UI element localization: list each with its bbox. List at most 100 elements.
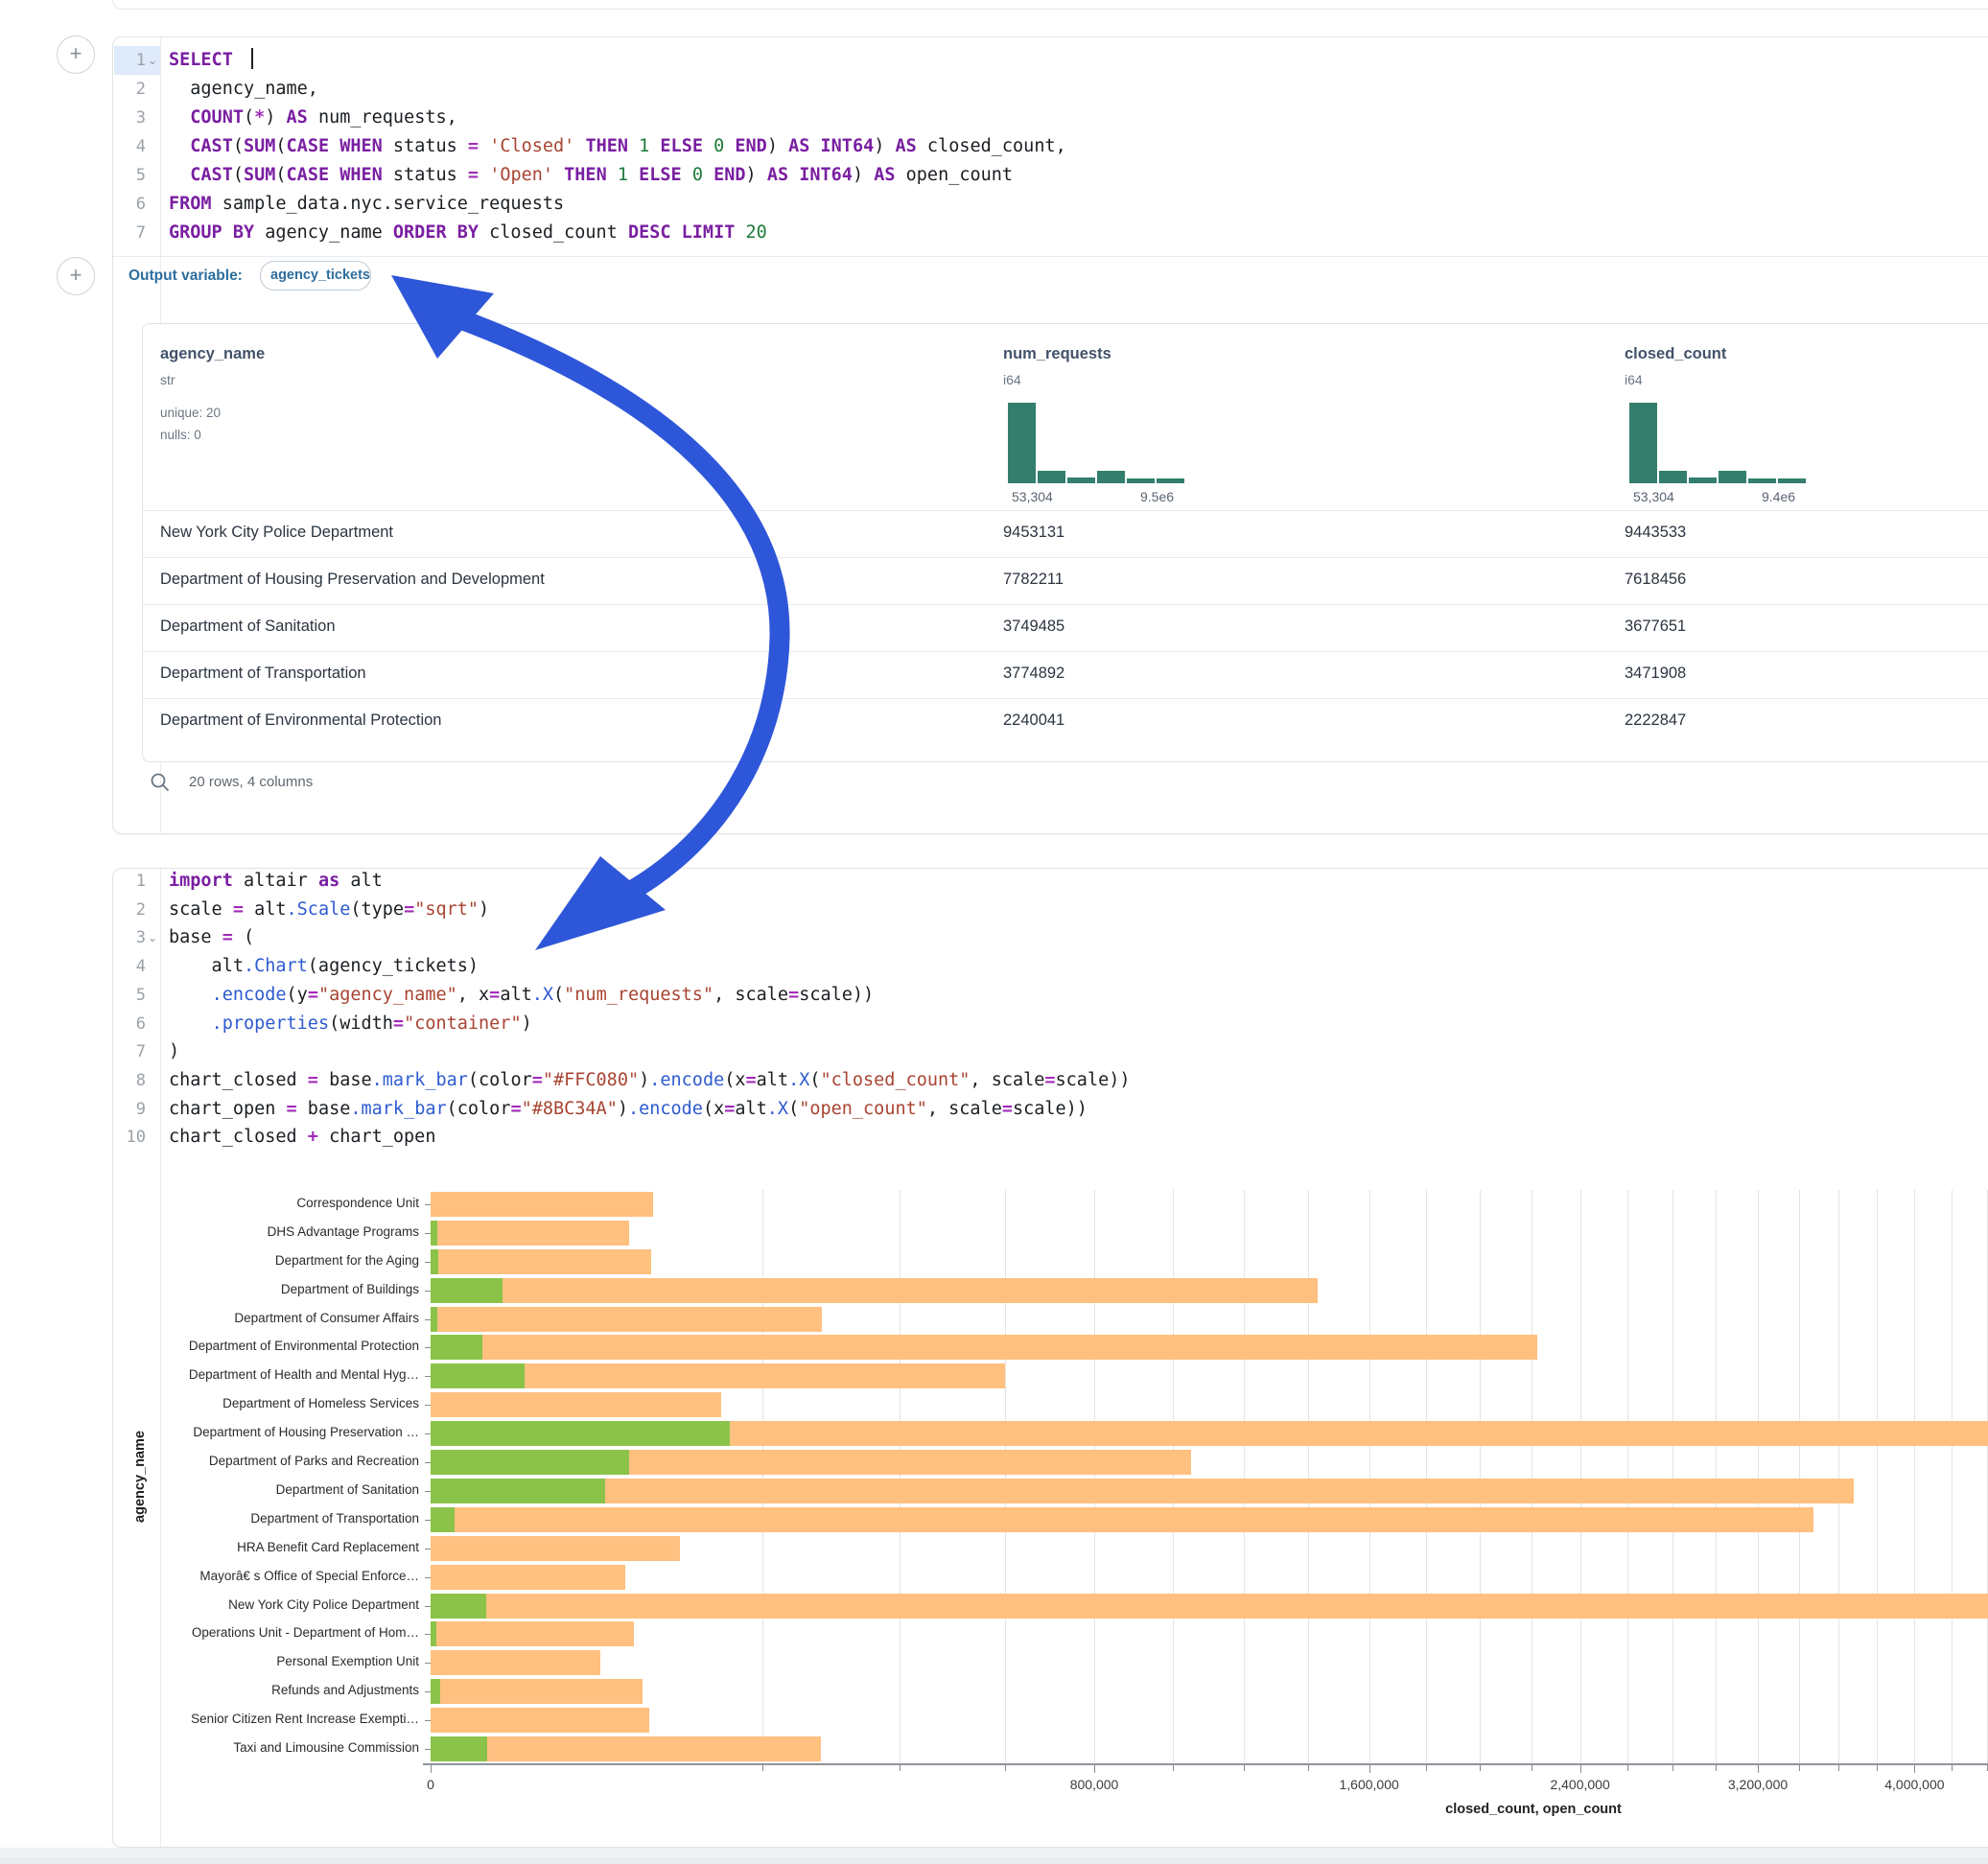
code-token-fn: .mark_bar bbox=[372, 1070, 468, 1090]
line-number: 1 bbox=[113, 46, 146, 75]
code-line[interactable]: CAST(SUM(CASE WHEN status = 'Open' THEN … bbox=[169, 161, 1013, 190]
histogram-bin bbox=[1157, 478, 1184, 483]
code-token-num: 1 bbox=[639, 136, 649, 156]
bar-closed-count[interactable] bbox=[431, 1507, 1813, 1532]
code-line[interactable]: chart_open = base.mark_bar(color="#8BC34… bbox=[169, 1095, 1088, 1124]
table-cell[interactable]: 9453131 bbox=[1003, 524, 1064, 542]
table-cell[interactable]: Department of Transportation bbox=[160, 664, 366, 683]
bar-open-count[interactable] bbox=[431, 1479, 605, 1503]
code-line[interactable]: FROM sample_data.nyc.service_requests bbox=[169, 190, 564, 219]
search-icon[interactable] bbox=[150, 772, 171, 793]
python-code-editor[interactable]: 1import altair as alt2scale = alt.Scale(… bbox=[113, 867, 1988, 1156]
altair-chart: Correspondence UnitDHS Advantage Program… bbox=[113, 1156, 1988, 1828]
y-axis-tick bbox=[425, 1204, 431, 1205]
table-cell[interactable]: 3774892 bbox=[1003, 664, 1064, 683]
table-cell[interactable]: 3471908 bbox=[1625, 664, 1686, 683]
code-token-plain: alt bbox=[169, 956, 244, 976]
table-cell[interactable]: 7618456 bbox=[1625, 571, 1686, 589]
bar-open-count[interactable] bbox=[431, 1679, 440, 1704]
table-cell[interactable]: 3749485 bbox=[1003, 617, 1064, 636]
code-line[interactable]: CAST(SUM(CASE WHEN status = 'Closed' THE… bbox=[169, 132, 1066, 161]
histogram-bin bbox=[1067, 478, 1095, 483]
code-token-kw: AS bbox=[874, 165, 895, 185]
bar-open-count[interactable] bbox=[431, 1621, 436, 1646]
sql-code-editor[interactable]: 1⌄SELECT 2 agency_name,3 COUNT(*) AS num… bbox=[113, 46, 1988, 288]
code-line[interactable]: import altair as alt bbox=[169, 867, 383, 896]
code-line[interactable]: ) bbox=[169, 1037, 179, 1066]
column-type-num-requests: i64 bbox=[1003, 372, 1021, 387]
bar-open-count[interactable] bbox=[431, 1507, 455, 1532]
fold-chevron-icon[interactable]: ⌄ bbox=[148, 923, 161, 952]
bar-closed-count[interactable] bbox=[431, 1736, 821, 1761]
histogram-bin bbox=[1689, 478, 1717, 483]
code-token-plain: , scale bbox=[970, 1070, 1044, 1090]
column-header-closed-count[interactable]: closed_count bbox=[1625, 345, 1726, 363]
y-axis-label: DHS Advantage Programs bbox=[113, 1224, 419, 1239]
code-token-plain bbox=[574, 136, 585, 156]
code-line[interactable]: scale = alt.Scale(type="sqrt") bbox=[169, 896, 489, 924]
code-line[interactable]: chart_closed = base.mark_bar(color="#FFC… bbox=[169, 1066, 1131, 1095]
bar-closed-count[interactable] bbox=[431, 1192, 653, 1217]
table-cell[interactable]: Department of Environmental Protection bbox=[160, 711, 441, 730]
bar-open-count[interactable] bbox=[431, 1450, 629, 1475]
code-token-kw: AS bbox=[287, 107, 308, 128]
column-header-num-requests[interactable]: num_requests bbox=[1003, 345, 1111, 363]
bar-open-count[interactable] bbox=[431, 1594, 486, 1619]
code-token-plain: (x bbox=[724, 1070, 745, 1090]
bar-open-count[interactable] bbox=[431, 1221, 437, 1246]
bar-closed-count[interactable] bbox=[431, 1679, 643, 1704]
bar-open-count[interactable] bbox=[431, 1307, 437, 1332]
table-cell[interactable]: New York City Police Department bbox=[160, 524, 393, 542]
table-cell[interactable]: 2222847 bbox=[1625, 711, 1686, 730]
code-line[interactable]: chart_closed + chart_open bbox=[169, 1123, 435, 1152]
histogram-bin bbox=[1038, 471, 1065, 483]
code-line[interactable]: .properties(width="container") bbox=[169, 1010, 532, 1038]
table-cell[interactable]: 9443533 bbox=[1625, 524, 1686, 542]
add-cell-button-top[interactable]: + bbox=[57, 35, 95, 74]
code-line[interactable]: COUNT(*) AS num_requests, bbox=[169, 104, 457, 132]
bar-open-count[interactable] bbox=[431, 1335, 482, 1360]
code-line[interactable]: .encode(y="agency_name", x=alt.X("num_re… bbox=[169, 981, 874, 1010]
code-token-plain: chart_open bbox=[169, 1099, 287, 1119]
bar-closed-count[interactable] bbox=[431, 1278, 1318, 1303]
code-line[interactable]: SELECT bbox=[169, 46, 253, 75]
code-token-kw: THEN bbox=[564, 165, 607, 185]
code-token-plain bbox=[788, 165, 799, 185]
add-cell-button-output[interactable]: + bbox=[57, 257, 95, 295]
code-token-kw: END bbox=[713, 165, 745, 185]
bar-closed-count[interactable] bbox=[431, 1392, 721, 1417]
bar-open-count[interactable] bbox=[431, 1249, 438, 1274]
chart-gridline bbox=[1426, 1190, 1427, 1763]
bar-closed-count[interactable] bbox=[431, 1249, 651, 1274]
bar-closed-count[interactable] bbox=[431, 1536, 680, 1561]
bar-closed-count[interactable] bbox=[431, 1621, 634, 1646]
table-cell[interactable]: 7782211 bbox=[1003, 571, 1064, 589]
table-cell[interactable]: Department of Sanitation bbox=[160, 617, 336, 636]
chart-gridline bbox=[1672, 1190, 1673, 1763]
bar-closed-count[interactable] bbox=[431, 1221, 629, 1246]
column-stat-unique: unique: 20 bbox=[160, 406, 221, 420]
code-line[interactable]: base = ( bbox=[169, 923, 254, 952]
code-line[interactable]: alt.Chart(agency_tickets) bbox=[169, 952, 479, 981]
code-line[interactable]: GROUP BY agency_name ORDER BY closed_cou… bbox=[169, 219, 767, 247]
bar-closed-count[interactable] bbox=[431, 1708, 649, 1733]
line-number: 1 bbox=[113, 867, 146, 896]
fold-chevron-icon[interactable]: ⌄ bbox=[148, 46, 161, 75]
bar-open-count[interactable] bbox=[431, 1278, 503, 1303]
table-cell[interactable]: Department of Housing Preservation and D… bbox=[160, 571, 545, 589]
column-header-agency-name[interactable]: agency_name bbox=[160, 345, 265, 363]
table-cell[interactable]: 2240041 bbox=[1003, 711, 1064, 730]
bar-closed-count[interactable] bbox=[431, 1594, 1988, 1619]
bar-closed-count[interactable] bbox=[431, 1565, 625, 1590]
bar-closed-count[interactable] bbox=[431, 1307, 822, 1332]
y-axis-label: HRA Benefit Card Replacement bbox=[113, 1540, 419, 1554]
bar-closed-count[interactable] bbox=[431, 1479, 1854, 1503]
table-cell[interactable]: 3677651 bbox=[1625, 617, 1686, 636]
bar-open-count[interactable] bbox=[431, 1736, 487, 1761]
bar-closed-count[interactable] bbox=[431, 1335, 1537, 1360]
code-line[interactable]: agency_name, bbox=[169, 75, 318, 104]
output-variable-pill[interactable]: agency_tickets bbox=[260, 261, 371, 291]
bar-open-count[interactable] bbox=[431, 1421, 730, 1446]
bar-open-count[interactable] bbox=[431, 1363, 525, 1388]
bar-closed-count[interactable] bbox=[431, 1650, 600, 1675]
